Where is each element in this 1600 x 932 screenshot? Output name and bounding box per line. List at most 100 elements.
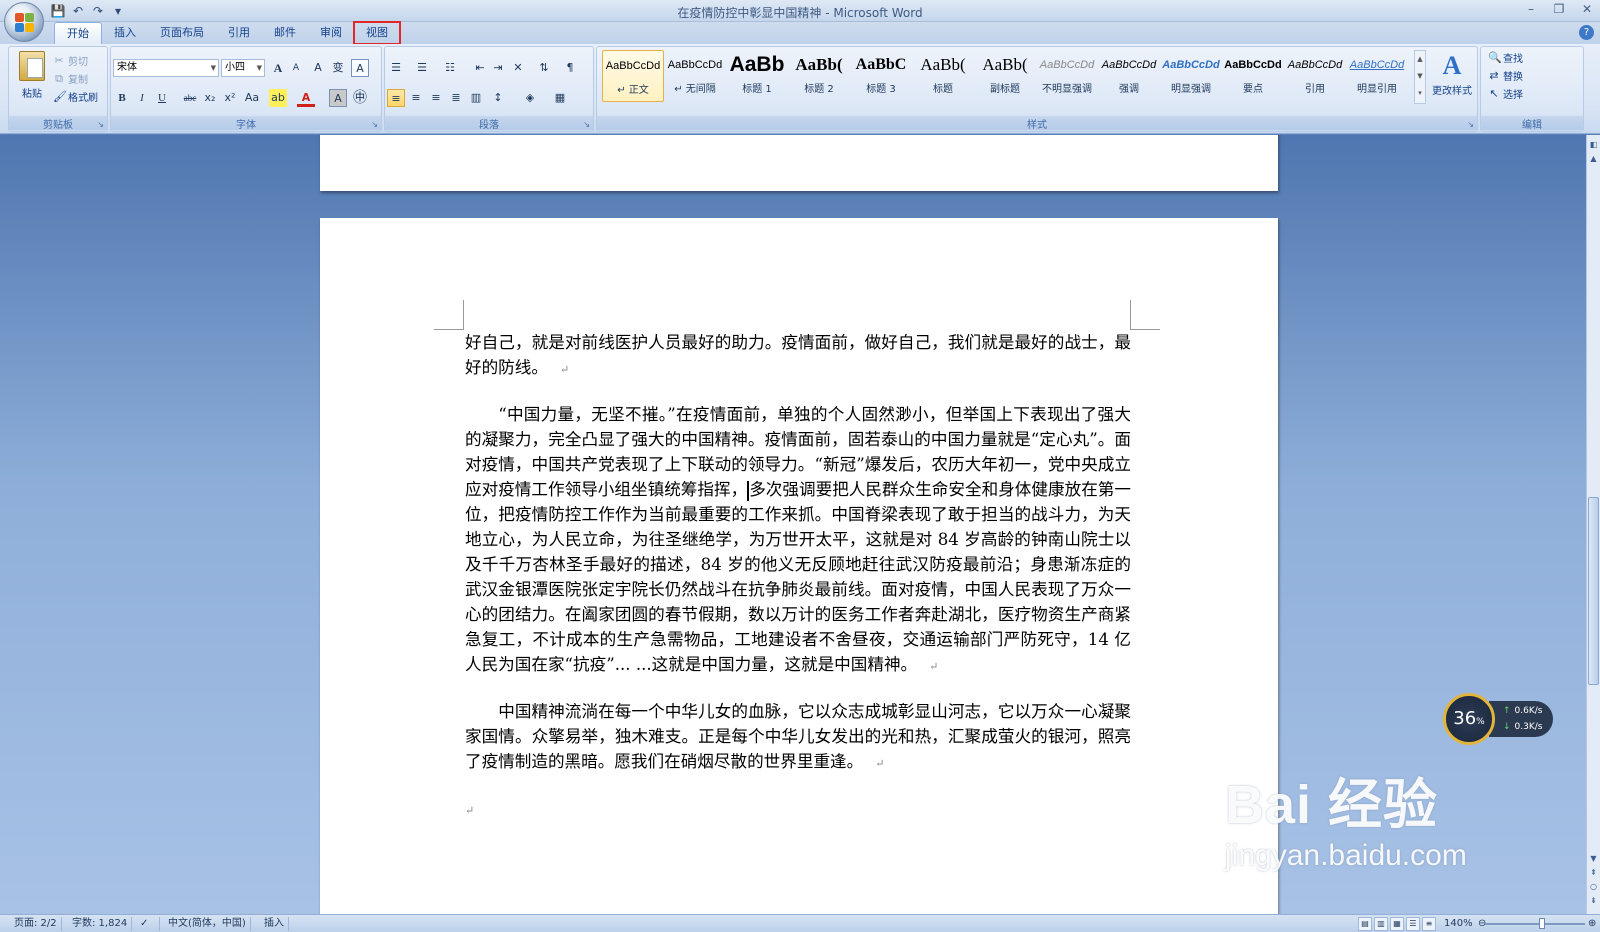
align-center-icon[interactable]: ≡ [407, 89, 425, 107]
document-area[interactable]: 好自己，就是对前线医护人员最好的助力。疫情面前，做好自己，我们就是最好的战士，最… [0, 135, 1586, 914]
justify-icon[interactable]: ≣ [447, 89, 465, 107]
tab-review[interactable]: 审阅 [308, 22, 354, 44]
print-layout-icon[interactable]: ▤ [1358, 917, 1372, 931]
zoom-in-icon[interactable]: ⊕ [1584, 917, 1600, 931]
style-heading-2[interactable]: AaBb(标题 2 [788, 50, 850, 102]
distributed-icon[interactable]: ▥ [467, 89, 485, 107]
character-border-button[interactable]: A [351, 59, 369, 77]
paragraph[interactable]: 好自己，就是对前线医护人员最好的助力。疫情面前，做好自己，我们就是最好的战士，最… [465, 330, 1131, 382]
underline-button[interactable]: U [153, 89, 171, 107]
copy-button[interactable]: ⧉ 复制 [53, 71, 88, 86]
browse-object-icon[interactable]: ○ [1588, 881, 1599, 893]
style-strong[interactable]: AaBbCcDd 要点 [1222, 50, 1284, 102]
network-speed-widget[interactable]: ↑ 0.6K/s ↓ 0.3K/s 36% [1443, 693, 1555, 745]
draft-icon[interactable]: ≡ [1422, 917, 1436, 931]
dialog-launcher-icon[interactable]: ↘ [371, 120, 378, 129]
word-count[interactable]: 字数: 1,824 [68, 917, 133, 931]
font-name-combo[interactable]: 宋体 ▼ [113, 59, 219, 77]
document-text[interactable]: 好自己，就是对前线医护人员最好的助力。疫情面前，做好自己，我们就是最好的战士，最… [465, 330, 1131, 843]
paste-button[interactable]: 粘贴 [15, 51, 49, 100]
align-right-icon[interactable]: ≡ [427, 89, 445, 107]
proofing-icon[interactable]: ✓ [136, 917, 160, 931]
scroll-down-icon[interactable]: ▼ [1588, 853, 1599, 865]
style-heading-1[interactable]: AaBb 标题 1 [726, 50, 788, 102]
grow-font-button[interactable]: A [269, 59, 287, 77]
tab-page-layout[interactable]: 页面布局 [148, 22, 216, 44]
full-screen-reading-icon[interactable]: ▥ [1374, 917, 1388, 931]
highlight-button[interactable]: ab [269, 89, 287, 107]
close-button[interactable]: ✕ [1580, 2, 1594, 16]
cut-button[interactable]: ✂ 剪切 [53, 53, 88, 68]
insert-mode[interactable]: 插入 [260, 917, 289, 931]
current-page[interactable]: 好自己，就是对前线医护人员最好的助力。疫情面前，做好自己，我们就是最好的战士，最… [320, 218, 1278, 914]
multilevel-list-icon[interactable]: ☷ [441, 59, 459, 77]
help-icon[interactable]: ? [1579, 25, 1594, 40]
tab-home[interactable]: 开始 [54, 22, 102, 44]
style-emphasis[interactable]: AaBbCcDd 强调 [1098, 50, 1160, 102]
style-quote[interactable]: AaBbCcDd 引用 [1284, 50, 1346, 102]
replace-button[interactable]: ⇄ 替换 [1488, 68, 1523, 83]
dialog-launcher-icon[interactable]: ↘ [1467, 120, 1474, 129]
chinese-layout-icon[interactable]: ✕ [509, 59, 527, 77]
shrink-font-button[interactable]: A [287, 59, 305, 77]
style-title[interactable]: AaBb(标题 [912, 50, 974, 102]
style-intense-quote[interactable]: AaBbCcDd 明显引用 [1346, 50, 1408, 102]
style-normal[interactable]: AaBbCcDd ↵ 正文 [602, 50, 664, 102]
style-subtitle[interactable]: AaBb(副标题 [974, 50, 1036, 102]
style-intense-emphasis[interactable]: AaBbCcDd 明显强调 [1160, 50, 1222, 102]
zoom-slider[interactable] [1485, 918, 1585, 929]
select-button[interactable]: ↖ 选择 [1488, 86, 1523, 101]
italic-button[interactable]: I [133, 89, 151, 107]
tab-insert[interactable]: 插入 [102, 22, 148, 44]
shading-icon[interactable]: ◈ [521, 89, 539, 107]
paragraph[interactable]: 中国精神流淌在每一个中华儿女的血脉，它以众志成城彰显山河志，它以万众一心凝聚家国… [465, 699, 1131, 776]
gallery-scroll[interactable]: ▲ ▼ ▾ [1414, 50, 1426, 104]
superscript-button[interactable]: x² [221, 89, 239, 107]
subscript-button[interactable]: x₂ [201, 89, 219, 107]
line-spacing-icon[interactable]: ↕ [489, 89, 507, 107]
next-page-icon[interactable]: ⇟ [1588, 895, 1599, 907]
zoom-slider-knob[interactable] [1539, 918, 1545, 929]
bullets-icon[interactable]: ☰ [387, 59, 405, 77]
tab-mailings[interactable]: 邮件 [262, 22, 308, 44]
dialog-launcher-icon[interactable]: ↘ [583, 120, 590, 129]
tab-view[interactable]: 视图 [353, 21, 401, 45]
style-no-spacing[interactable]: AaBbCcDd ↵ 无间隔 [664, 50, 726, 102]
language-indicator[interactable]: 中文(简体，中国) [164, 917, 251, 931]
restore-button[interactable]: ❐ [1552, 2, 1566, 16]
style-subtle-emphasis[interactable]: AaBbCcDd 不明显强调 [1036, 50, 1098, 102]
change-case-button[interactable]: Aa [243, 89, 261, 107]
numbering-icon[interactable]: ☰ [413, 59, 431, 77]
scroll-thumb[interactable] [1588, 497, 1599, 685]
increase-indent-icon[interactable]: ⇥ [489, 59, 507, 77]
format-painter-button[interactable]: 🖌 格式刷 [53, 89, 98, 104]
enclose-characters-button[interactable]: ㊥ [351, 89, 369, 107]
zoom-level[interactable]: 140% [1440, 917, 1477, 931]
scroll-up-icon[interactable]: ▲ [1588, 153, 1599, 165]
page-indicator[interactable]: 页面: 2/2 [10, 917, 62, 931]
strikethrough-button[interactable]: abc [181, 89, 199, 107]
empty-paragraph[interactable]: ↵ [465, 796, 1131, 823]
vertical-scrollbar[interactable]: ◧ ▲ ▼ ⇞ ○ ⇟ [1586, 135, 1600, 914]
align-left-icon[interactable]: ≡ [387, 89, 405, 107]
outline-icon[interactable]: ☰ [1406, 917, 1420, 931]
find-button[interactable]: 🔍 查找 [1488, 50, 1523, 65]
sort-icon[interactable]: ⇅ [535, 59, 553, 77]
change-styles-button[interactable]: A 更改样式 [1428, 50, 1476, 97]
phonetic-guide-button[interactable]: 变 [329, 59, 347, 77]
tab-references[interactable]: 引用 [216, 22, 262, 44]
ruler-toggle-icon[interactable]: ◧ [1588, 139, 1599, 151]
character-shading-button[interactable]: A [329, 89, 347, 107]
style-heading-3[interactable]: AaBbC 标题 3 [850, 50, 912, 102]
borders-icon[interactable]: ▦ [551, 89, 569, 107]
clear-format-button[interactable]: A [309, 59, 327, 77]
office-button[interactable] [4, 2, 44, 42]
minimize-button[interactable]: – [1524, 2, 1538, 16]
paragraph[interactable]: “中国力量，无坚不摧。”在疫情面前，单独的个人固然渺小，但举国上下表现出了强大的… [465, 402, 1131, 679]
bold-button[interactable]: B [113, 89, 131, 107]
web-layout-icon[interactable]: ▦ [1390, 917, 1404, 931]
font-size-combo[interactable]: 小四 ▼ [221, 59, 265, 77]
decrease-indent-icon[interactable]: ⇤ [471, 59, 489, 77]
font-color-button[interactable]: A [297, 89, 315, 107]
show-marks-icon[interactable]: ¶ [561, 59, 579, 77]
